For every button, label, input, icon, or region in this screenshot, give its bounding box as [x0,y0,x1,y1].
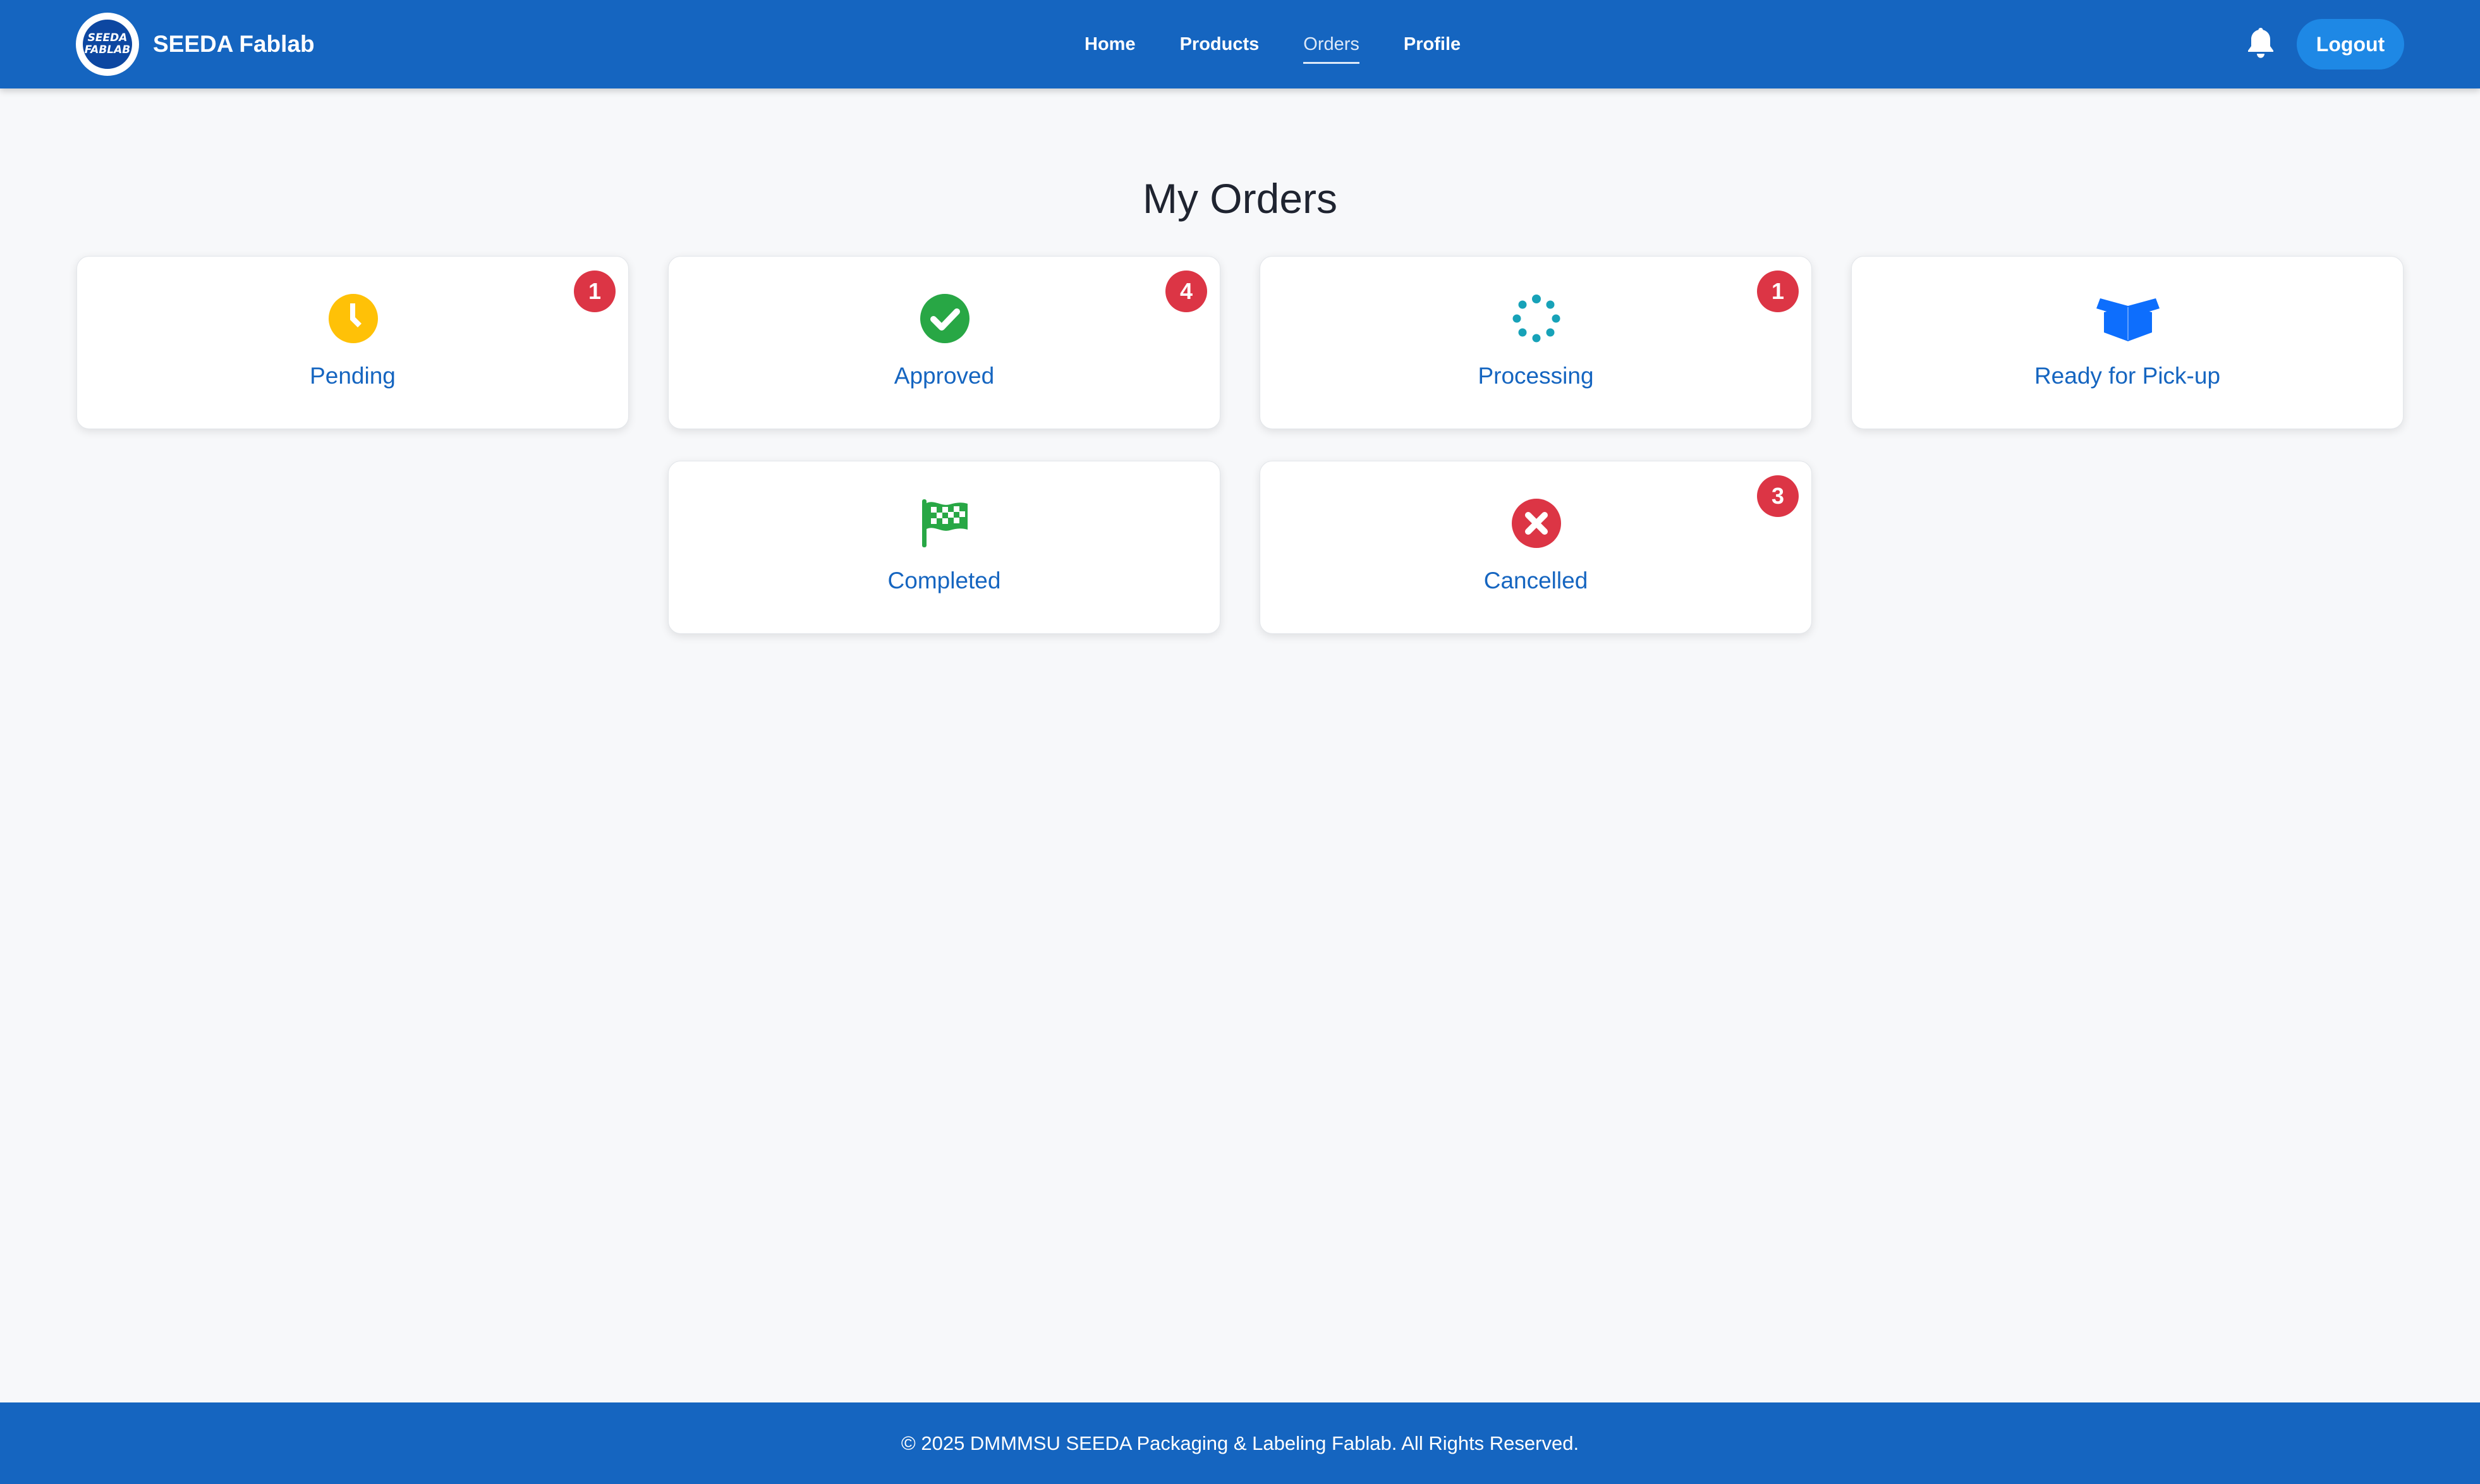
nav-links: Home Products Orders Profile [1085,0,1505,88]
card-label: Approved [894,363,995,389]
spinner-icon [1511,293,1562,344]
card-label: Ready for Pick-up [2034,363,2221,389]
nav-link-home[interactable]: Home [1085,28,1136,61]
order-card-completed[interactable]: Completed [668,461,1220,634]
check-circle-icon [920,293,970,344]
notification-bell-icon[interactable] [2246,27,2276,59]
footer: © 2025 DMMMSU SEEDA Packaging & Labeling… [0,1402,2480,1484]
box-open-icon [2096,293,2160,344]
order-card-ready-for-pickup[interactable]: Ready for Pick-up [1851,256,2404,429]
card-label: Cancelled [1483,568,1588,593]
checkered-flag-icon [920,498,970,549]
top-navbar: SEEDA FABLAB SEEDA Fablab Home Products … [0,0,2480,88]
nav-link-profile[interactable]: Profile [1404,28,1461,61]
logo-text-line2: FABLAB [84,44,131,56]
footer-copyright: © 2025 DMMMSU SEEDA Packaging & Labeling… [901,1432,1579,1454]
nav-link-orders[interactable]: Orders [1303,28,1359,64]
logout-button[interactable]: Logout [2297,19,2404,70]
count-badge: 1 [1757,271,1799,312]
clock-icon [328,293,379,344]
nav-link-products[interactable]: Products [1180,28,1260,61]
order-card-approved[interactable]: Approved 4 [668,256,1220,429]
card-label: Completed [887,568,1001,593]
order-card-pending[interactable]: Pending 1 [76,256,629,429]
logo: SEEDA FABLAB [76,13,139,76]
count-badge: 4 [1165,271,1207,312]
card-label: Processing [1478,363,1594,389]
x-circle-icon [1511,498,1562,549]
order-card-cancelled[interactable]: Cancelled 3 [1260,461,1812,634]
count-badge: 3 [1757,475,1799,517]
order-card-processing[interactable]: Processing 1 [1260,256,1812,429]
card-label: Pending [310,363,396,389]
brand[interactable]: SEEDA FABLAB SEEDA Fablab [76,13,315,76]
logo-text-line1: SEEDA [87,32,128,44]
brand-name[interactable]: SEEDA Fablab [153,31,315,58]
page-title: My Orders [1142,175,1338,222]
count-badge: 1 [574,271,616,312]
